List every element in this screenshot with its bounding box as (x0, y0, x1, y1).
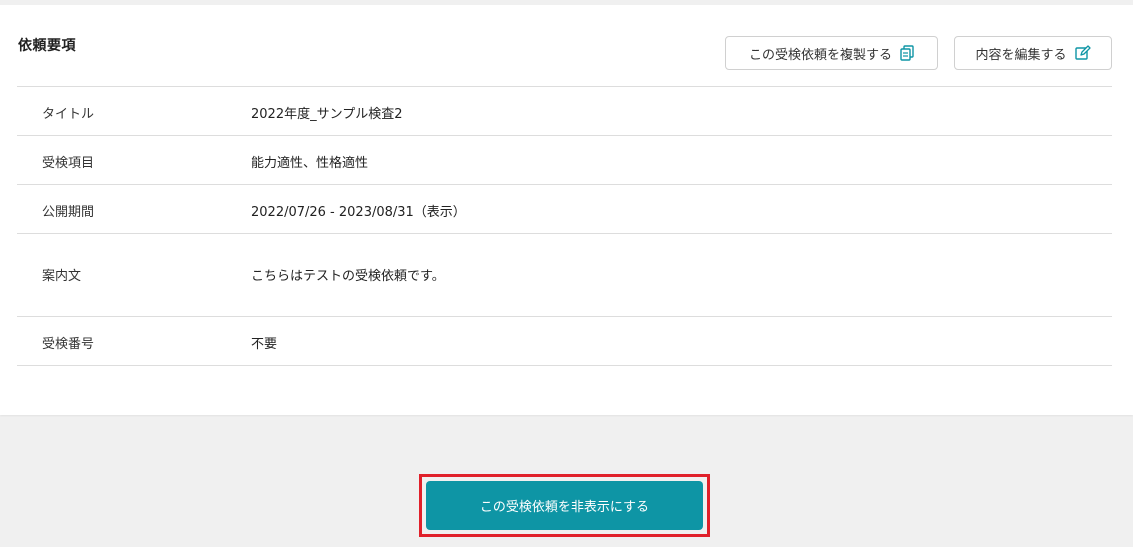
row-value-period: 2022/07/26 - 2023/08/31（表示） (251, 205, 466, 220)
row-value-guidance: こちらはテストの受検依頼です。 (251, 269, 445, 284)
table-row: 受検番号 不要 (17, 317, 1112, 366)
row-label-period: 公開期間 (42, 205, 95, 220)
table-row: 公開期間 2022/07/26 - 2023/08/31（表示） (17, 185, 1112, 234)
row-label-items: 受検項目 (42, 156, 95, 171)
row-label-guidance: 案内文 (42, 269, 82, 284)
table-row: タイトル 2022年度_サンプル検査2 (17, 87, 1112, 136)
request-details-card: 依頼要項 この受検依頼を複製する 内容を編集する タイトル 2022年度_サンプ… (0, 5, 1133, 415)
row-label-title: タイトル (42, 107, 95, 122)
duplicate-request-label: この受検依頼を複製する (748, 47, 892, 63)
copy-icon (900, 45, 914, 61)
row-value-exam-number: 不要 (251, 337, 278, 352)
edit-icon (1074, 45, 1091, 61)
row-value-items: 能力適性、性格適性 (251, 156, 369, 171)
table-row: 受検項目 能力適性、性格適性 (17, 136, 1112, 185)
hide-button-highlight: この受検依頼を非表示にする (419, 474, 710, 537)
edit-content-button[interactable]: 内容を編集する (954, 36, 1112, 70)
details-table: タイトル 2022年度_サンプル検査2 受検項目 能力適性、性格適性 公開期間 … (17, 86, 1112, 366)
edit-content-label: 内容を編集する (975, 47, 1067, 63)
table-row: 案内文 こちらはテストの受検依頼です。 (17, 234, 1112, 317)
section-title: 依頼要項 (18, 38, 76, 54)
hide-request-button[interactable]: この受検依頼を非表示にする (426, 481, 703, 530)
row-value-title: 2022年度_サンプル検査2 (251, 107, 403, 122)
row-label-exam-number: 受検番号 (42, 337, 95, 352)
duplicate-request-button[interactable]: この受検依頼を複製する (725, 36, 938, 70)
